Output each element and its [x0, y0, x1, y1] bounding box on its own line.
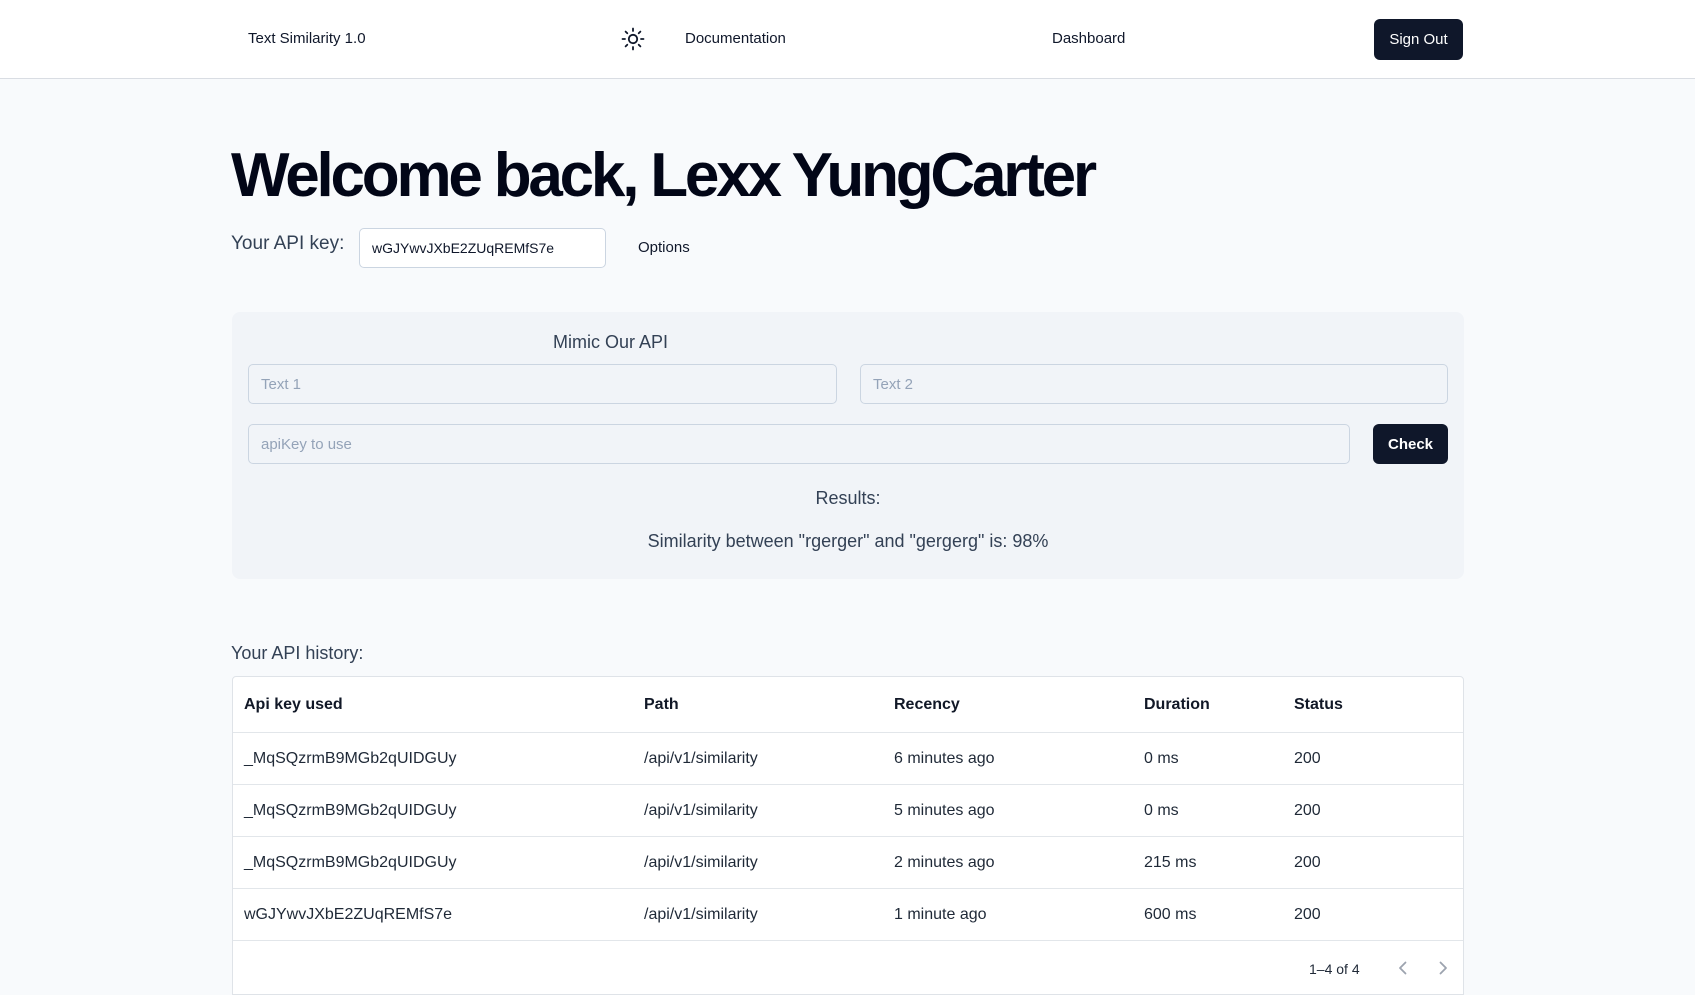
chevron-right-icon[interactable]: [1433, 958, 1453, 978]
column-header-status[interactable]: Status: [1294, 677, 1343, 733]
mimic-title: Mimic Our API: [553, 332, 669, 352]
column-header-recency[interactable]: Recency: [894, 677, 960, 733]
cell-status: 200: [1294, 802, 1321, 819]
table-pagination: 1–4 of 4: [233, 942, 1463, 994]
cell-api-key: wGJYwvJXbE2ZUqREMfS7e: [244, 906, 453, 923]
similarity-result: Similarity between "rgerger" and "gerger…: [647, 531, 1049, 551]
api-history-label: Your API history:: [231, 643, 364, 663]
cell-duration: 0 ms: [1144, 750, 1179, 767]
options-button[interactable]: Options: [638, 239, 690, 256]
cell-api-key: _MqSQzrmB9MGb2qUIDGUy: [244, 802, 457, 819]
table-row[interactable]: wGJYwvJXbE2ZUqREMfS7e /api/v1/similarity…: [233, 889, 1463, 941]
table-header-row: Api key used Path Recency Duration Statu…: [233, 677, 1463, 733]
cell-duration: 215 ms: [1144, 854, 1197, 871]
apikey-input[interactable]: [248, 424, 1350, 464]
nav-documentation-link[interactable]: Documentation: [685, 30, 786, 47]
cell-status: 200: [1294, 854, 1321, 871]
text2-input[interactable]: [860, 364, 1448, 404]
cell-api-key: _MqSQzrmB9MGb2qUIDGUy: [244, 750, 457, 767]
sign-out-button[interactable]: Sign Out: [1374, 19, 1463, 60]
api-key-label: Your API key:: [231, 233, 345, 254]
cell-status: 200: [1294, 906, 1321, 923]
column-header-duration[interactable]: Duration: [1144, 677, 1210, 733]
brand-title[interactable]: Text Similarity 1.0: [248, 30, 366, 47]
text1-input[interactable]: [248, 364, 837, 404]
cell-recency: 6 minutes ago: [894, 750, 995, 767]
table-row[interactable]: _MqSQzrmB9MGb2qUIDGUy /api/v1/similarity…: [233, 733, 1463, 785]
cell-api-key: _MqSQzrmB9MGb2qUIDGUy: [244, 854, 457, 871]
cell-path: /api/v1/similarity: [644, 802, 758, 819]
cell-recency: 1 minute ago: [894, 906, 987, 923]
cell-path: /api/v1/similarity: [644, 854, 758, 871]
cell-recency: 2 minutes ago: [894, 854, 995, 871]
cell-path: /api/v1/similarity: [644, 750, 758, 767]
page-title: Welcome back, Lexx YungCarter: [231, 141, 1097, 210]
mimic-api-panel: Mimic Our API Check Results: Similarity …: [232, 312, 1464, 579]
pagination-range: 1–4 of 4: [1309, 961, 1360, 977]
sun-icon[interactable]: [621, 27, 645, 51]
results-label: Results:: [815, 488, 881, 508]
api-key-field[interactable]: [359, 228, 606, 268]
nav-dashboard-link[interactable]: Dashboard: [1052, 30, 1125, 47]
cell-path: /api/v1/similarity: [644, 906, 758, 923]
chevron-left-icon[interactable]: [1393, 958, 1413, 978]
check-button[interactable]: Check: [1373, 424, 1448, 464]
table-row[interactable]: _MqSQzrmB9MGb2qUIDGUy /api/v1/similarity…: [233, 837, 1463, 889]
column-header-path[interactable]: Path: [644, 677, 679, 733]
top-navbar: Text Similarity 1.0 Documentation Dashbo…: [0, 0, 1695, 79]
column-header-api-key[interactable]: Api key used: [244, 677, 343, 733]
cell-status: 200: [1294, 750, 1321, 767]
table-row[interactable]: _MqSQzrmB9MGb2qUIDGUy /api/v1/similarity…: [233, 785, 1463, 837]
cell-duration: 0 ms: [1144, 802, 1179, 819]
api-history-table: Api key used Path Recency Duration Statu…: [232, 676, 1464, 995]
cell-recency: 5 minutes ago: [894, 802, 995, 819]
cell-duration: 600 ms: [1144, 906, 1197, 923]
